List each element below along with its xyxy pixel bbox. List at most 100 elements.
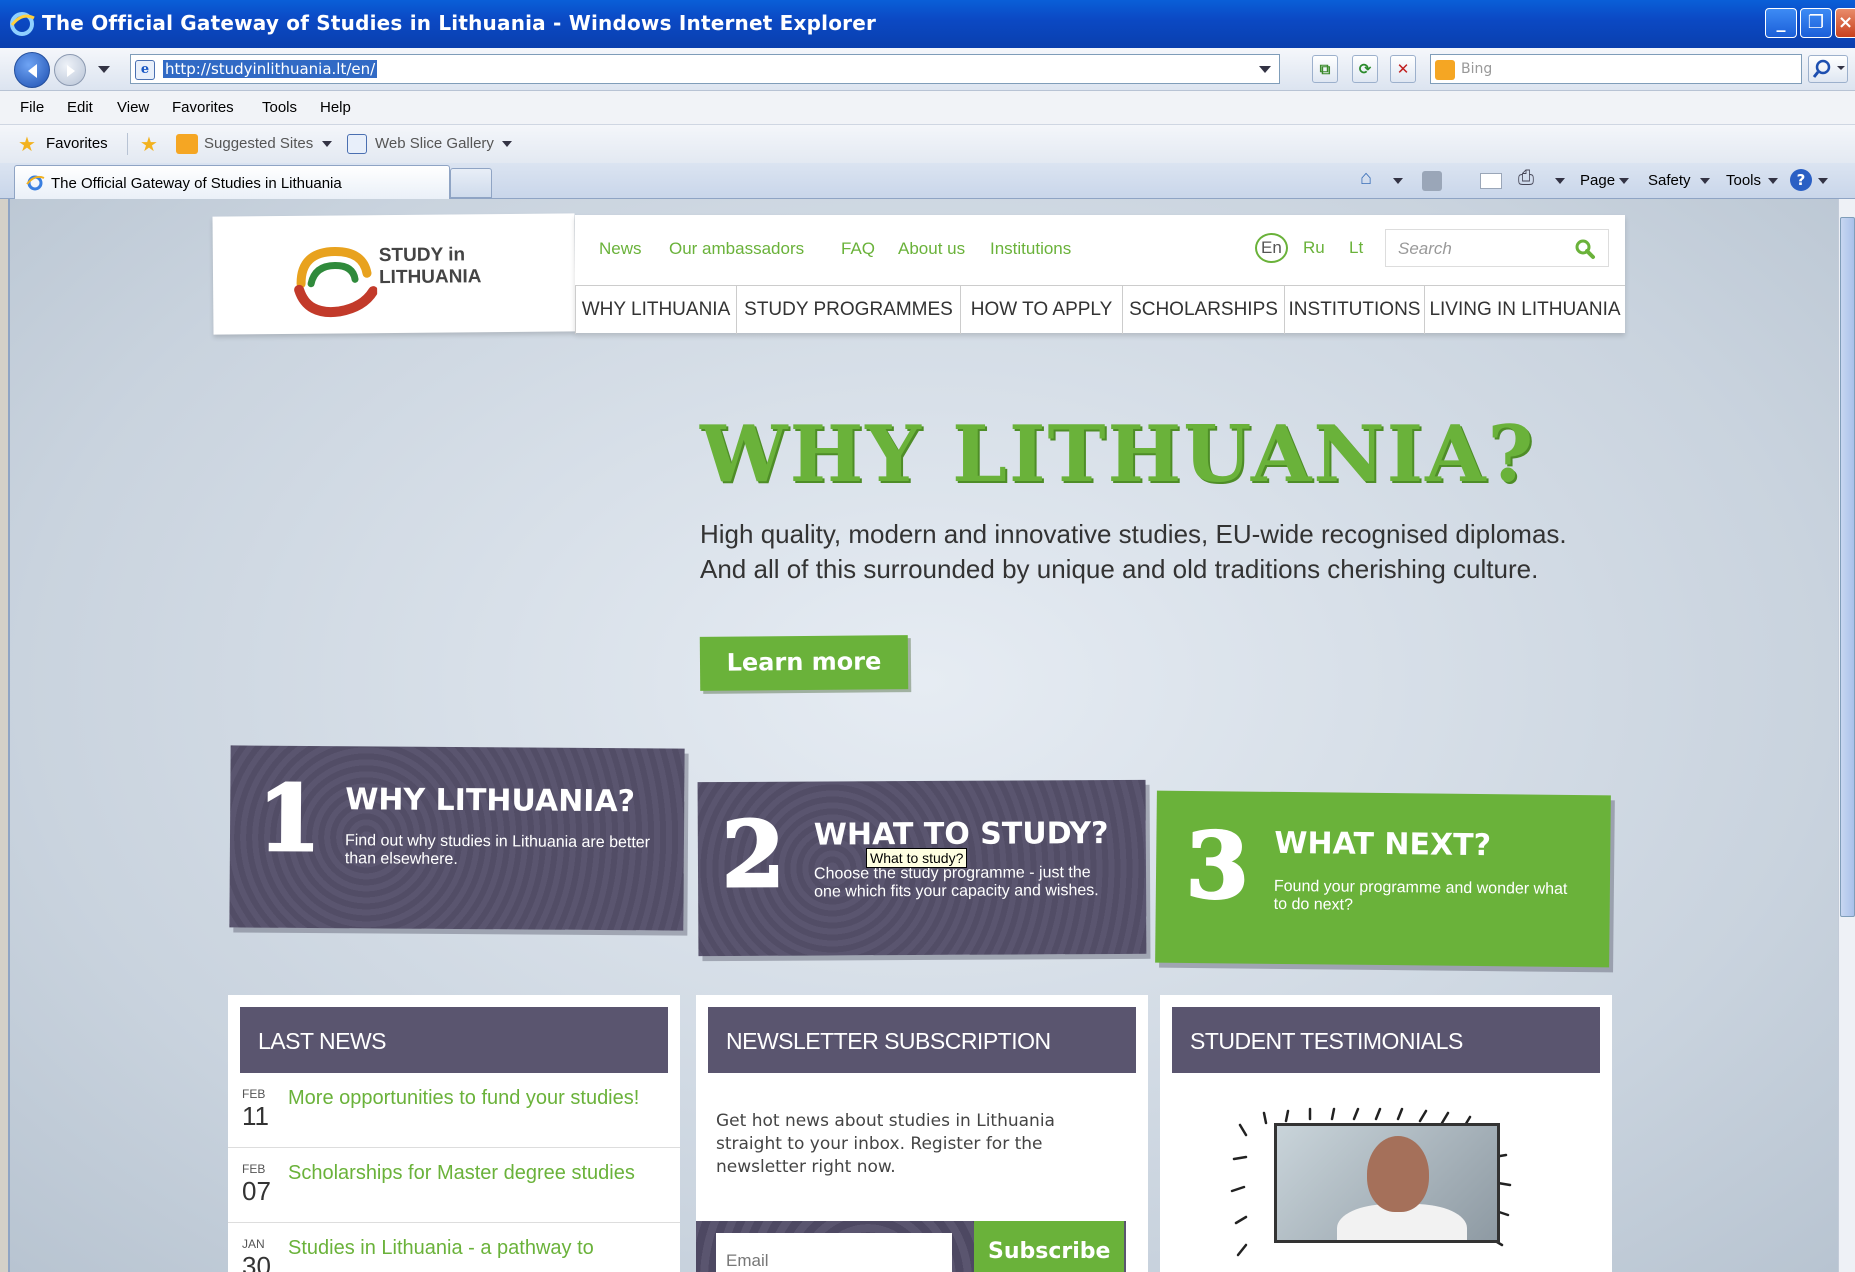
site-search-input[interactable]: Search [1385, 229, 1609, 267]
main-nav: WHY LITHUANIA STUDY PROGRAMMES HOW TO AP… [575, 285, 1625, 334]
step-title: WHAT NEXT? [1274, 825, 1492, 864]
topnav-ambassadors[interactable]: Our ambassadors [669, 239, 804, 259]
home-icon[interactable]: ⌂ [1360, 167, 1372, 190]
search-input[interactable]: Bing [1430, 54, 1802, 84]
logo-card[interactable]: STUDY in LITHUANIA [212, 213, 576, 335]
news-item[interactable]: FEB 07 Scholarships for Master degree st… [228, 1148, 680, 1223]
scrollbar-thumb[interactable] [1840, 217, 1855, 917]
home-dropdown-icon[interactable] [1393, 178, 1403, 184]
help-dropdown-icon[interactable] [1818, 178, 1828, 184]
search-icon[interactable] [1574, 238, 1596, 260]
news-title-link[interactable]: Scholarships for Master degree studies [288, 1162, 635, 1185]
suggested-sites-link[interactable]: Suggested Sites [204, 135, 313, 152]
news-title-link[interactable]: More opportunities to fund your studies! [288, 1087, 639, 1110]
refresh-button[interactable]: ⟳ [1352, 55, 1378, 83]
forward-button[interactable] [54, 54, 86, 86]
step-number-3: 3 [1184, 811, 1251, 921]
vertical-scrollbar[interactable] [1838, 199, 1855, 1272]
minimize-button[interactable]: _ [1765, 8, 1797, 38]
web-slice-dropdown-icon[interactable] [502, 141, 512, 147]
page-icon: e [135, 60, 155, 80]
menu-file[interactable]: File [20, 99, 44, 116]
menu-edit[interactable]: Edit [67, 99, 93, 116]
step-card-why-lithuania[interactable]: 1 WHY LITHUANIA? Find out why studies in… [229, 745, 685, 931]
lang-en[interactable]: En [1255, 233, 1288, 263]
web-slice-icon [347, 134, 367, 154]
news-item[interactable]: JAN 30 Studies in Lithuania - a pathway … [228, 1223, 680, 1272]
step-number-1: 1 [256, 764, 322, 873]
mainnav-how-to-apply[interactable]: HOW TO APPLY [961, 286, 1123, 334]
menu-view[interactable]: View [117, 99, 149, 116]
tools-dropdown-icon[interactable] [1768, 178, 1778, 184]
back-arrow-icon [28, 64, 37, 78]
topnav-faq[interactable]: FAQ [841, 239, 875, 259]
feeds-icon[interactable] [1422, 171, 1442, 191]
mainnav-living-in-lithuania[interactable]: LIVING IN LITHUANIA [1425, 286, 1625, 334]
search-go-button[interactable] [1808, 55, 1848, 83]
menu-tools[interactable]: Tools [262, 99, 297, 116]
stop-button[interactable]: ✕ [1390, 55, 1416, 83]
page-menu[interactable]: Page [1580, 172, 1615, 189]
web-slice-gallery-link[interactable]: Web Slice Gallery [375, 135, 494, 152]
lang-lt[interactable]: Lt [1349, 238, 1363, 258]
news-title-link[interactable]: Studies in Lithuania - a pathway to [288, 1237, 594, 1260]
address-input[interactable]: e http://studyinlithuania.lt/en/ [130, 54, 1280, 84]
favorites-bar: ★ Favorites ★ Suggested Sites Web Slice … [0, 125, 1855, 163]
site-search-placeholder: Search [1398, 239, 1452, 258]
help-icon[interactable]: ? [1790, 169, 1812, 191]
testimonial-video-thumbnail[interactable] [1274, 1123, 1500, 1243]
news-item[interactable]: FEB 11 More opportunities to fund your s… [228, 1073, 680, 1148]
nav-card: News Our ambassadors FAQ About us Instit… [575, 215, 1625, 334]
bing-icon [1435, 60, 1455, 80]
print-icon[interactable]: ⎙ [1518, 167, 1534, 190]
news-month: FEB [242, 1087, 266, 1101]
separator [127, 133, 128, 155]
news-panel: LAST NEWS FEB 11 More opportunities to f… [228, 995, 680, 1272]
back-button[interactable] [14, 52, 50, 88]
mainnav-study-programmes[interactable]: STUDY PROGRAMMES [737, 286, 961, 334]
safety-menu[interactable]: Safety [1648, 172, 1691, 189]
lang-ru[interactable]: Ru [1303, 238, 1325, 258]
step-card-what-next[interactable]: 3 WHAT NEXT? Found your programme and wo… [1155, 790, 1611, 968]
topnav-news[interactable]: News [599, 239, 642, 259]
topnav-about-us[interactable]: About us [898, 239, 965, 259]
suggested-dropdown-icon[interactable] [322, 141, 332, 147]
url-dropdown-icon[interactable] [1259, 66, 1271, 73]
history-dropdown-icon[interactable] [98, 66, 110, 73]
tools-menu[interactable]: Tools [1726, 172, 1761, 189]
news-month: JAN [242, 1237, 265, 1251]
magnifier-icon [1812, 59, 1845, 78]
news-month: FEB [242, 1162, 266, 1176]
ie-tab-icon [26, 175, 45, 191]
person-face [1367, 1136, 1429, 1212]
newsletter-panel: NEWSLETTER SUBSCRIPTION Get hot news abo… [696, 995, 1148, 1272]
menu-help[interactable]: Help [320, 99, 351, 116]
close-button[interactable]: × [1835, 8, 1855, 38]
forward-arrow-icon [67, 65, 75, 77]
subscribe-button[interactable]: Subscribe [974, 1221, 1124, 1272]
testimonials-panel: STUDENT TESTIMONIALS [1160, 995, 1612, 1272]
mainnav-institutions[interactable]: INSTITUTIONS [1285, 286, 1425, 334]
mail-icon[interactable] [1480, 173, 1502, 189]
mainnav-why-lithuania[interactable]: WHY LITHUANIA [575, 286, 737, 334]
menu-favorites[interactable]: Favorites [172, 99, 234, 116]
favorites-button[interactable]: Favorites [46, 135, 108, 152]
hero-title: WHY LITHUANIA? [700, 409, 1536, 500]
add-favorite-icon[interactable]: ★ [140, 134, 158, 154]
newsletter-email-input[interactable]: Email [716, 1233, 952, 1272]
learn-more-button[interactable]: Learn more [699, 635, 909, 691]
compatibility-view-button[interactable]: ⧉ [1312, 55, 1338, 83]
restore-button[interactable]: ❐ [1800, 8, 1832, 38]
safety-dropdown-icon[interactable] [1700, 178, 1710, 184]
testimonials-heading: STUDENT TESTIMONIALS [1172, 1007, 1600, 1073]
step-card-what-to-study[interactable]: 2 WHAT TO STUDY? Choose the study progra… [697, 779, 1147, 957]
page-dropdown-icon[interactable] [1619, 178, 1629, 184]
mainnav-scholarships[interactable]: SCHOLARSHIPS [1123, 286, 1285, 334]
tab-active[interactable]: The Official Gateway of Studies in Lithu… [14, 165, 450, 199]
topnav-institutions[interactable]: Institutions [990, 239, 1071, 259]
window-title: The Official Gateway of Studies in Lithu… [42, 11, 877, 35]
newsletter-text: Get hot news about studies in Lithuania … [716, 1111, 1055, 1177]
print-dropdown-icon[interactable] [1555, 178, 1565, 184]
news-day: 11 [242, 1101, 269, 1131]
new-tab-button[interactable] [450, 168, 492, 198]
